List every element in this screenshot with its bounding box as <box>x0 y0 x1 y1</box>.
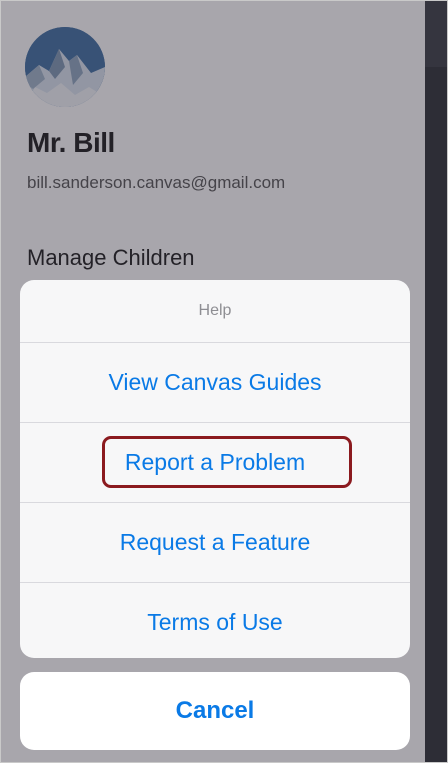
request-a-feature-label: Request a Feature <box>119 529 311 555</box>
terms-of-use-button[interactable]: Terms of Use <box>20 583 410 658</box>
request-a-feature-button[interactable]: Request a Feature <box>20 503 410 583</box>
terms-of-use-label: Terms of Use <box>147 609 283 635</box>
help-action-sheet: Help View Canvas Guides Report a Problem… <box>20 280 410 658</box>
cancel-button[interactable]: Cancel <box>20 672 410 750</box>
view-canvas-guides-label: View Canvas Guides <box>108 369 322 395</box>
report-a-problem-button[interactable]: Report a Problem <box>20 423 410 503</box>
cancel-label: Cancel <box>175 697 255 724</box>
app-screen: Mr. Bill bill.sanderson.canvas@gmail.com… <box>0 0 448 763</box>
view-canvas-guides-button[interactable]: View Canvas Guides <box>20 343 410 423</box>
highlight-box <box>102 436 352 488</box>
action-sheet-title: Help <box>20 280 410 343</box>
